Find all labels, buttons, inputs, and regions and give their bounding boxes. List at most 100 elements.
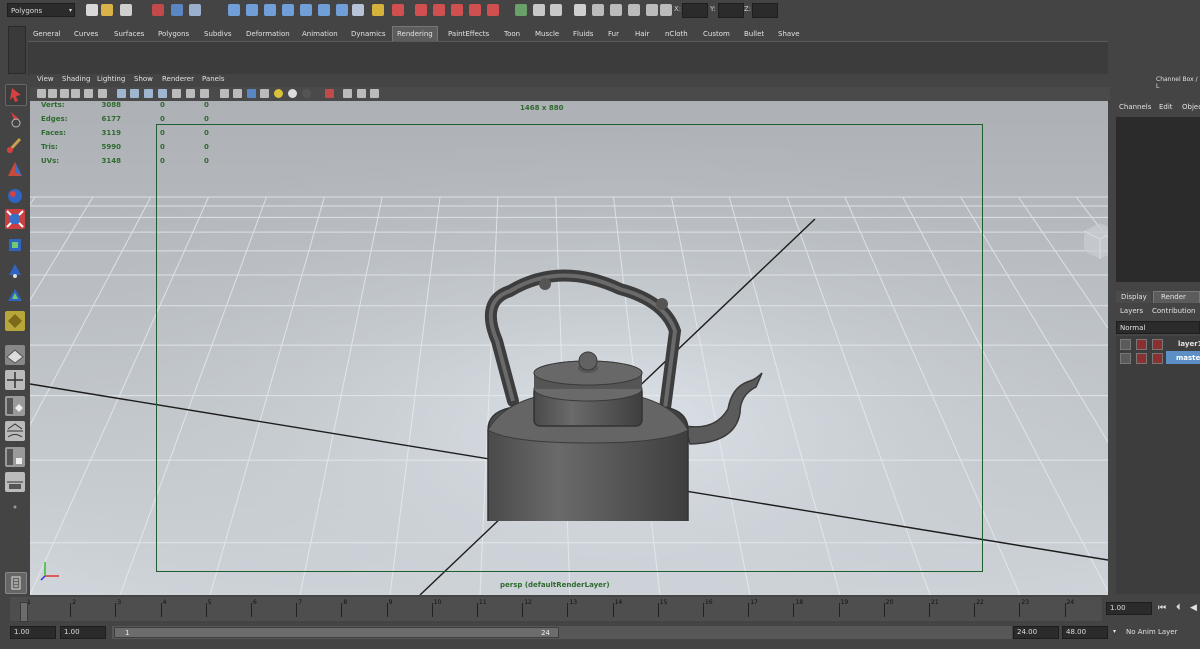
select-tool-icon[interactable] (5, 84, 27, 106)
persp-outliner-layout-icon[interactable] (5, 472, 25, 492)
blend-mode-dropdown[interactable]: Normal (1116, 321, 1200, 334)
layer-row[interactable]: layer1 (1116, 337, 1200, 350)
tab-ncloth[interactable]: nCloth (661, 27, 692, 41)
panel-menu-view[interactable]: View (37, 75, 54, 83)
shelf-options-handle[interactable] (8, 26, 26, 74)
tab-general[interactable]: General (29, 27, 65, 41)
universal-manipulator-icon[interactable] (5, 235, 25, 255)
grease-pencil-icon[interactable] (98, 89, 107, 98)
tab-bullet[interactable]: Bullet (740, 27, 768, 41)
current-frame-field[interactable]: 1.00 (1106, 602, 1152, 615)
tab-animation[interactable]: Animation (298, 27, 342, 41)
object-menu[interactable]: Object (1182, 103, 1200, 111)
go-to-start-icon[interactable]: ⏮ (1158, 603, 1166, 613)
tab-fluids[interactable]: Fluids (569, 27, 597, 41)
contribution-menu[interactable]: Contribution (1152, 307, 1195, 315)
channel-list[interactable] (1116, 117, 1200, 282)
tab-shave[interactable]: Shave (774, 27, 804, 41)
tab-subdivs[interactable]: Subdivs (200, 27, 236, 41)
soft-modification-icon[interactable] (5, 261, 25, 281)
tab-rendering[interactable]: Rendering (392, 26, 438, 41)
last-tool-icon[interactable] (5, 311, 25, 331)
channels-menu[interactable]: Channels (1119, 103, 1151, 111)
tab-muscle[interactable]: Muscle (531, 27, 563, 41)
panel-menu-panels[interactable]: Panels (202, 75, 225, 83)
persp-graph-layout-icon[interactable] (5, 421, 25, 441)
snap-grid-icon[interactable] (228, 4, 240, 16)
show-manipulator-icon[interactable] (5, 286, 25, 306)
paint-select-tool-icon[interactable] (5, 135, 25, 155)
renderable-toggle-icon[interactable] (1120, 339, 1131, 350)
view-cube-icon[interactable] (1076, 219, 1108, 261)
override-toggle-icon[interactable] (1152, 353, 1163, 364)
bookmarks-icon[interactable] (60, 89, 69, 98)
tab-toon[interactable]: Toon (500, 27, 524, 41)
render-icon[interactable] (415, 4, 427, 16)
hypershade-persp-layout-icon[interactable] (5, 447, 25, 467)
snap-view-icon[interactable] (318, 4, 330, 16)
panel-menu-show[interactable]: Show (134, 75, 153, 83)
wireframe-on-shaded-icon[interactable] (247, 89, 256, 98)
rename-icon[interactable] (628, 4, 640, 16)
play-back-icon[interactable]: ◀ (1190, 603, 1197, 613)
xray-icon[interactable] (260, 89, 269, 98)
relative-transform-icon[interactable] (610, 4, 622, 16)
toggle-channel-box-icon[interactable] (574, 4, 586, 16)
toggle-display-icon[interactable] (370, 89, 379, 98)
open-scene-icon[interactable] (101, 4, 113, 16)
z-field[interactable] (752, 3, 778, 18)
camera-mode-icon[interactable] (357, 89, 366, 98)
anim-layer-label[interactable]: No Anim Layer (1126, 628, 1177, 636)
xray-joints-icon[interactable] (343, 89, 352, 98)
animation-start-field[interactable]: 1.00 (10, 626, 56, 639)
wireframe-icon[interactable] (220, 89, 229, 98)
y-field[interactable] (718, 3, 744, 18)
tab-polygons[interactable]: Polygons (154, 27, 193, 41)
absolute-transform-icon[interactable] (592, 4, 604, 16)
smooth-shade-icon[interactable] (233, 89, 242, 98)
anim-layer-dropdown-icon[interactable]: ▾ (1113, 628, 1116, 635)
tab-display[interactable]: Display (1116, 291, 1151, 303)
tab-surfaces[interactable]: Surfaces (110, 27, 148, 41)
shadows-icon[interactable] (288, 89, 297, 98)
image-plane-icon[interactable] (71, 89, 80, 98)
isolate-select-icon[interactable] (325, 89, 334, 98)
resolution-gate-icon[interactable] (144, 89, 153, 98)
animation-end-field[interactable]: 48.00 (1062, 626, 1108, 639)
safe-action-icon[interactable] (186, 89, 195, 98)
panel-menu-renderer[interactable]: Renderer (162, 75, 194, 83)
use-all-lights-icon[interactable] (274, 89, 283, 98)
tab-render[interactable]: Render (1153, 291, 1200, 303)
tab-curves[interactable]: Curves (70, 27, 102, 41)
tab-fur[interactable]: Fur (604, 27, 623, 41)
ambient-occlusion-icon[interactable] (302, 89, 311, 98)
single-pane-layout-icon[interactable] (5, 345, 25, 365)
film-gate-icon[interactable] (130, 89, 139, 98)
four-pane-layout-icon[interactable] (5, 370, 25, 390)
snap-curve-icon[interactable] (246, 4, 258, 16)
history-icon[interactable] (392, 4, 404, 16)
panel-menu-shading[interactable]: Shading (62, 75, 90, 83)
lock-icon[interactable] (372, 4, 384, 16)
render-settings-icon[interactable] (451, 4, 463, 16)
lasso-tool-icon[interactable] (5, 109, 25, 129)
gate-mask-icon[interactable] (158, 89, 167, 98)
tab-dynamics[interactable]: Dynamics (347, 27, 390, 41)
field-chart-icon[interactable] (172, 89, 181, 98)
camera-attributes-icon[interactable] (48, 89, 57, 98)
outliner-persp-layout-icon[interactable] (5, 396, 25, 416)
layer-row[interactable]: masterLayer (1116, 351, 1200, 364)
scale-tool-icon[interactable] (5, 209, 25, 229)
select-hierarchy-icon[interactable] (152, 4, 164, 16)
recycle-toggle-icon[interactable] (1136, 339, 1147, 350)
edit-menu[interactable]: Edit (1159, 103, 1173, 111)
toggle-attribute-editor-icon[interactable] (533, 4, 545, 16)
snap-plane-icon[interactable] (282, 4, 294, 16)
help-icon[interactable] (352, 4, 364, 16)
grid-icon[interactable] (117, 89, 126, 98)
current-time-indicator[interactable] (20, 602, 28, 622)
snap-live-icon[interactable] (336, 4, 348, 16)
renderable-toggle-icon[interactable] (1120, 353, 1131, 364)
recycle-toggle-icon[interactable] (1136, 353, 1147, 364)
ipr-render-icon[interactable] (433, 4, 445, 16)
